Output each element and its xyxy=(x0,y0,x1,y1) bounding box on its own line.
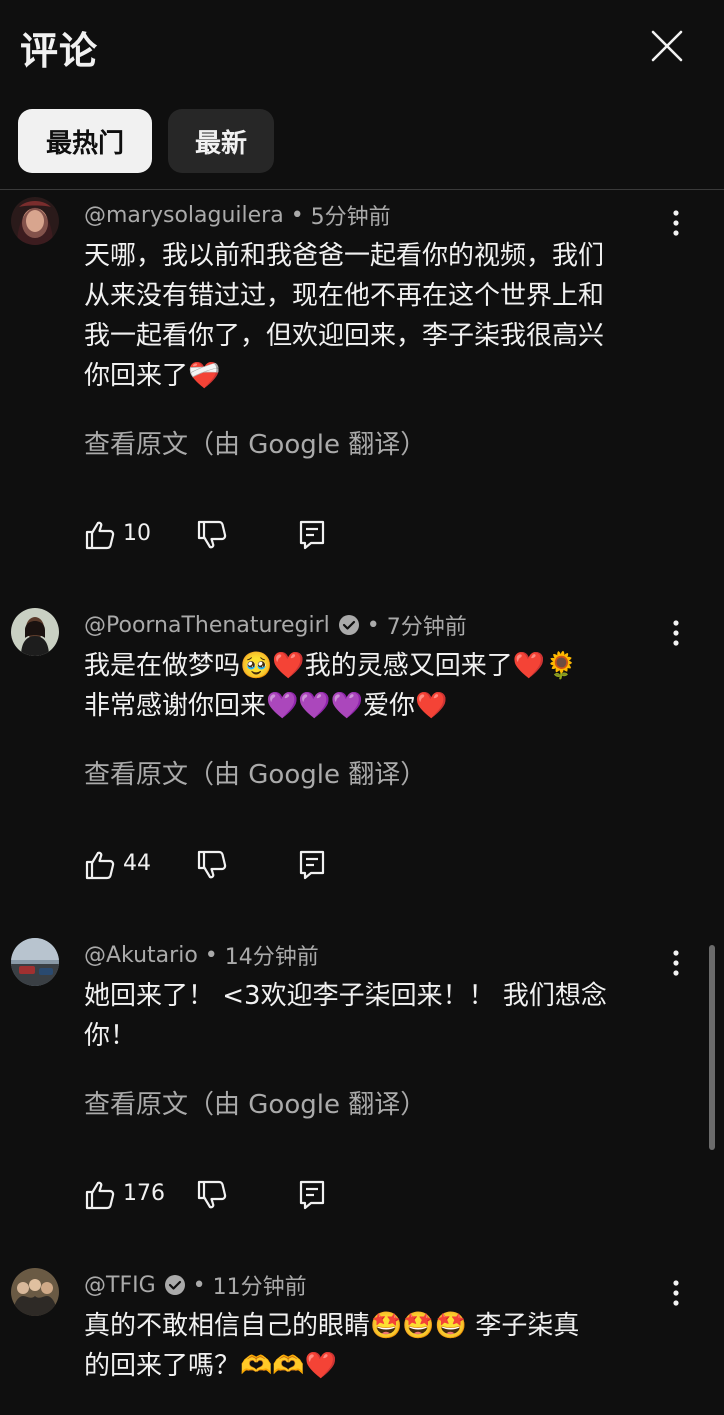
comment-author[interactable]: @TFIG xyxy=(84,1273,156,1298)
meta-separator: • xyxy=(192,1272,206,1298)
kebab-menu-icon xyxy=(673,620,679,646)
page-title: 评论 xyxy=(20,29,99,73)
comment-line: 我一起看你了，但欢迎回来，李子柒我很高兴 xyxy=(84,321,605,351)
meta-separator: • xyxy=(290,202,304,228)
chip-newest-comments[interactable]: 最新 xyxy=(168,109,274,173)
comment-actions: 10 xyxy=(84,519,344,555)
kebab-menu-icon xyxy=(673,210,679,236)
comment-time: 14分钟前 xyxy=(224,945,319,970)
comment-time: 11分钟前 xyxy=(212,1275,307,1300)
like-button[interactable] xyxy=(84,1179,116,1211)
dislike-button[interactable] xyxy=(196,849,228,881)
dislike-button[interactable] xyxy=(196,519,228,551)
comment-time: 5分钟前 xyxy=(310,205,391,230)
comment-line: 我是在做梦吗🥹❤️我的灵感又回来了❤️🌻 xyxy=(84,651,578,681)
comment-body: 我是在做梦吗🥹❤️我的灵感又回来了❤️🌻 非常感谢你回来💜💜💜爱你❤️ xyxy=(84,646,664,726)
comment-line: 非常感谢你回来💜💜💜爱你❤️ xyxy=(84,691,448,721)
comment-line: 从来没有错过过，现在他不再在这个世界上和 xyxy=(84,281,605,311)
chip-top-comments[interactable]: 最热门 xyxy=(18,109,152,173)
scrollbar-thumb[interactable] xyxy=(709,945,715,1150)
meta-separator: • xyxy=(366,612,380,638)
see-original-link[interactable]: 查看原文（由 Google 翻译） xyxy=(84,424,426,461)
comments-header: 评论 最热门 最新 xyxy=(0,0,724,190)
comment-line: 天哪，我以前和我爸爸一起看你的视频，我们 xyxy=(84,241,605,271)
see-original-link[interactable]: 查看原文（由 Google 翻译） xyxy=(84,1084,426,1121)
kebab-menu-icon xyxy=(673,1280,679,1306)
verified-check-icon xyxy=(164,1275,185,1295)
comment-author[interactable]: @marysolaguilera xyxy=(84,203,284,228)
comment-body: 她回来了！ <3欢迎李子柒回来！！ 我们想念 你！ xyxy=(84,976,664,1056)
close-button[interactable] xyxy=(645,24,689,68)
thumbs-down-icon xyxy=(197,850,227,879)
avatar[interactable] xyxy=(11,1268,59,1316)
more-options-button[interactable] xyxy=(664,1275,688,1311)
avatar[interactable] xyxy=(11,608,59,656)
comment-line: 她回来了！ <3欢迎李子柒回来！！ 我们想念 xyxy=(84,981,607,1011)
comment-body: 真的不敢相信自己的眼睛🤩🤩🤩 李子柒真 的回来了嗎？🫶🫶❤️ xyxy=(84,1306,664,1386)
comment-line: 你！ xyxy=(84,1021,137,1051)
reply-comment-icon xyxy=(299,520,325,550)
more-options-button[interactable] xyxy=(664,945,688,981)
comment-body: 天哪，我以前和我爸爸一起看你的视频，我们 从来没有错过过，现在他不再在这个世界上… xyxy=(84,236,664,396)
more-options-button[interactable] xyxy=(664,615,688,651)
comment-author[interactable]: @Akutario xyxy=(84,943,198,968)
like-count: 176 xyxy=(123,1181,165,1206)
thumbs-up-icon xyxy=(85,851,115,880)
verified-check-icon xyxy=(338,615,359,635)
comment-meta: @marysolaguilera • 5分钟前 xyxy=(84,200,391,231)
comment-actions: 44 xyxy=(84,849,344,885)
kebab-menu-icon xyxy=(673,950,679,976)
comment-line: 的回来了嗎？🫶🫶❤️ xyxy=(84,1351,338,1381)
more-options-button[interactable] xyxy=(664,205,688,241)
thumbs-up-icon xyxy=(85,521,115,550)
comment-actions: 176 xyxy=(84,1179,344,1215)
see-original-link[interactable]: 查看原文（由 Google 翻译） xyxy=(84,754,426,791)
comment-time: 7分钟前 xyxy=(386,615,467,640)
reply-comment-icon xyxy=(299,1180,325,1210)
thumbs-down-icon xyxy=(197,520,227,549)
like-count: 10 xyxy=(123,521,151,546)
reply-button[interactable] xyxy=(297,849,327,881)
reply-button[interactable] xyxy=(297,519,327,551)
comment-line: 真的不敢相信自己的眼睛🤩🤩🤩 李子柒真 xyxy=(84,1311,580,1341)
like-button[interactable] xyxy=(84,519,116,551)
comment-line: 你回来了❤️‍🩹 xyxy=(84,361,221,391)
close-icon xyxy=(651,30,683,62)
like-button[interactable] xyxy=(84,849,116,881)
comment-meta: @Akutario • 14分钟前 xyxy=(84,940,319,971)
reply-button[interactable] xyxy=(297,1179,327,1211)
thumbs-up-icon xyxy=(85,1181,115,1210)
dislike-button[interactable] xyxy=(196,1179,228,1211)
reply-comment-icon xyxy=(299,850,325,880)
avatar[interactable] xyxy=(11,197,59,245)
meta-separator: • xyxy=(204,942,218,968)
comment-meta: @PoornaThenaturegirl • 7分钟前 xyxy=(84,610,467,641)
comment-meta: @TFIG • 11分钟前 xyxy=(84,1270,307,1301)
like-count: 44 xyxy=(123,851,151,876)
thumbs-down-icon xyxy=(197,1180,227,1209)
comment-author[interactable]: @PoornaThenaturegirl xyxy=(84,613,330,638)
avatar[interactable] xyxy=(11,938,59,986)
